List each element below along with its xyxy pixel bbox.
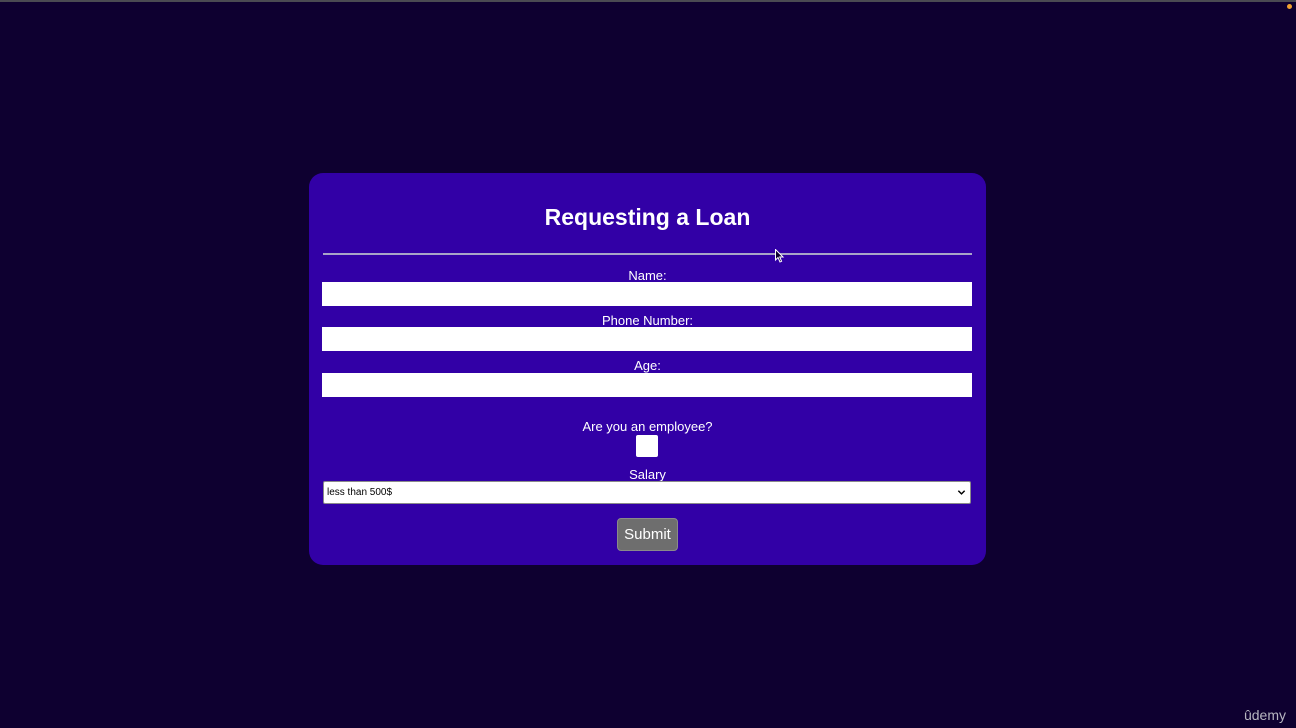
name-label: Name: [628, 268, 667, 283]
form-title: Requesting a Loan [544, 204, 751, 230]
employee-checkbox[interactable] [636, 435, 658, 457]
employee-label: Are you an employee? [582, 419, 713, 434]
title-divider [323, 253, 972, 255]
status-dot [1287, 4, 1292, 9]
loan-form-card: Requesting a Loan Name: Phone Number: Ag… [309, 173, 986, 565]
chevron-down-icon [957, 490, 966, 495]
age-input[interactable] [322, 373, 972, 397]
udemy-watermark: ûdemy [1243, 707, 1286, 723]
phone-number-label: Phone Number: [601, 313, 694, 328]
submit-button[interactable]: Submit [617, 518, 678, 551]
window-top-border [0, 0, 1296, 2]
salary-label: Salary [629, 467, 666, 482]
name-input[interactable] [322, 282, 972, 306]
salary-select-value: less than 500$ [327, 487, 393, 498]
phone-number-input[interactable] [322, 327, 972, 351]
age-label: Age: [634, 358, 661, 373]
mouse-pointer-icon [775, 249, 785, 263]
salary-select[interactable]: less than 500$ [323, 481, 971, 504]
